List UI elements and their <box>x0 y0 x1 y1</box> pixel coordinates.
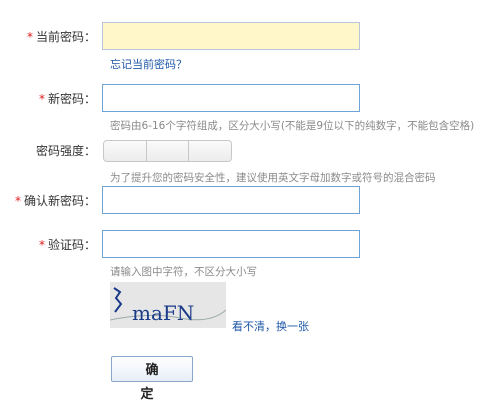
required-mark: * <box>14 194 21 208</box>
required-mark: * <box>38 238 45 252</box>
confirm-password-input[interactable] <box>102 186 360 214</box>
captcha-text: maFN <box>132 301 194 325</box>
strength-segment-strong <box>189 141 231 161</box>
strength-segment-weak <box>104 141 147 161</box>
new-password-hint: 密码由6-16个字符组成，区分大小写(不能是9位以下的纯数字，不能包含空格) <box>110 120 475 132</box>
captcha-input[interactable] <box>102 230 360 258</box>
current-password-label: * 当前密码： <box>26 30 96 44</box>
password-strength-meter <box>103 140 232 162</box>
captcha-graphic: maFN <box>110 282 226 328</box>
forgot-password-link[interactable]: 忘记当前密码？ <box>110 56 187 72</box>
captcha-hint: 请输入图中字符，不区分大小写 <box>110 266 257 278</box>
required-mark: * <box>26 30 33 44</box>
strength-hint: 为了提升您的密码安全性，建议使用英文字母加数字或符号的混合密码 <box>110 172 436 184</box>
strength-label: 密码强度： <box>35 144 96 158</box>
strength-segment-medium <box>146 141 190 161</box>
new-password-label: * 新密码： <box>38 92 96 106</box>
confirm-password-label: * 确认新密码： <box>14 194 96 208</box>
refresh-captcha-link[interactable]: 看不清，换一张 <box>232 318 309 334</box>
current-password-input[interactable] <box>102 22 360 50</box>
new-password-input[interactable] <box>102 84 360 112</box>
required-mark: * <box>38 92 45 106</box>
submit-button[interactable]: 确 定 <box>111 356 193 401</box>
captcha-label: * 验证码： <box>38 238 96 252</box>
captcha-image[interactable]: maFN <box>110 282 226 328</box>
